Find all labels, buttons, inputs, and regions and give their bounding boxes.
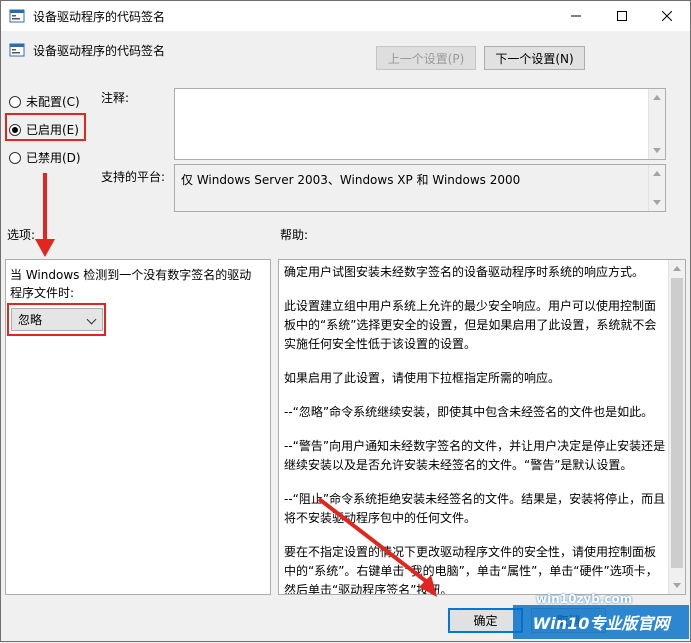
platform-label: 支持的平台: (101, 170, 166, 184)
radio-disabled-label: 已禁用(D) (26, 151, 81, 165)
title-bar: 设备驱动程序的代码签名 (1, 1, 690, 31)
help-paragraph: 如果启用了此设置，请使用下拉框指定所需的响应。 (284, 371, 561, 385)
maximize-icon (617, 11, 627, 21)
scroll-down-icon[interactable] (653, 148, 661, 153)
scroll-down-icon[interactable] (653, 200, 661, 205)
comment-value[interactable] (175, 89, 665, 97)
radio-not-configured[interactable]: 未配置(C) (9, 93, 80, 110)
scroll-down-icon[interactable] (673, 583, 681, 588)
next-setting-button[interactable]: 下一个设置(N) (484, 46, 585, 70)
scroll-up-icon[interactable] (653, 95, 661, 100)
previous-setting-button[interactable]: 上一个设置(P) (376, 46, 476, 70)
watermark-url: win10zyb.com (536, 592, 633, 606)
help-scroll-thumb[interactable] (671, 278, 683, 568)
close-button[interactable] (644, 1, 690, 31)
setting-icon (9, 43, 25, 57)
platform-field: 仅 Windows Server 2003、Windows XP 和 Windo… (174, 164, 666, 212)
radio-not-configured-circle[interactable] (9, 95, 21, 108)
comment-field[interactable] (174, 88, 666, 160)
options-prompt: 当 Windows 检测到一个没有数字签名的驱动程序文件时: (10, 268, 252, 300)
help-panel: 确定用户试图安装未经数字签名的设备驱动程序时系统的响应方式。 此设置建立组中用户… (278, 259, 686, 595)
radio-not-configured-label: 未配置(C) (26, 95, 80, 109)
down-arrow-annotation (35, 173, 55, 257)
help-paragraph: --“警告”向用户通知未经数字签名的文件，并让用户决定是停止安装还是继续安装以及… (284, 439, 666, 472)
help-label: 帮助: (280, 228, 309, 242)
minimize-icon (571, 15, 581, 17)
help-paragraph: --“忽略”命令系统继续安装，即使其中包含未经签名的文件也是如此。 (284, 405, 654, 419)
help-text: 确定用户试图安装未经数字签名的设备驱动程序时系统的响应方式。 此设置建立组中用户… (284, 263, 666, 595)
platform-scrollbar[interactable] (648, 165, 665, 211)
help-paragraph: --“阻止”命令系统拒绝安装未经签名的文件。结果是，安装将停止，而且将不安装驱动… (284, 492, 666, 525)
scroll-up-icon[interactable] (673, 266, 681, 271)
help-scrollbar[interactable] (668, 260, 685, 594)
help-paragraph: 确定用户试图安装未经数字签名的设备驱动程序时系统的响应方式。 (284, 265, 645, 279)
minimize-button[interactable] (553, 1, 599, 31)
setting-title: 设备驱动程序的代码签名 (33, 44, 166, 58)
scroll-up-icon[interactable] (653, 171, 661, 176)
help-paragraph: 要在不指定设置的情况下更改驱动程序文件的安全性，请使用控制面板中的“系统”。右键… (284, 545, 658, 595)
platform-value: 仅 Windows Server 2003、Windows XP 和 Windo… (181, 173, 521, 187)
dropdown-highlight-box (7, 303, 106, 336)
options-label: 选项: (7, 228, 36, 242)
watermark-brand: Win10专业版官网 (513, 605, 689, 639)
maximize-button[interactable] (599, 1, 645, 31)
window-title: 设备驱动程序的代码签名 (33, 10, 166, 24)
help-paragraph: 此设置建立组中用户系统上允许的最少安全响应。用户可以使用控制面板中的“系统”选择… (284, 299, 657, 351)
comment-scrollbar[interactable] (648, 89, 665, 159)
radio-disabled-circle[interactable] (9, 151, 21, 164)
close-icon (662, 11, 672, 21)
radio-disabled[interactable]: 已禁用(D) (9, 149, 81, 166)
enabled-highlight-box (5, 113, 86, 141)
comment-label: 注释: (101, 91, 130, 105)
ok-button[interactable]: 确定 (448, 608, 523, 633)
policy-icon (9, 9, 25, 23)
policy-dialog: 设备驱动程序的代码签名 设备驱动程序的代码签名 上一个设置(P) 下一个设置(N… (0, 0, 691, 642)
